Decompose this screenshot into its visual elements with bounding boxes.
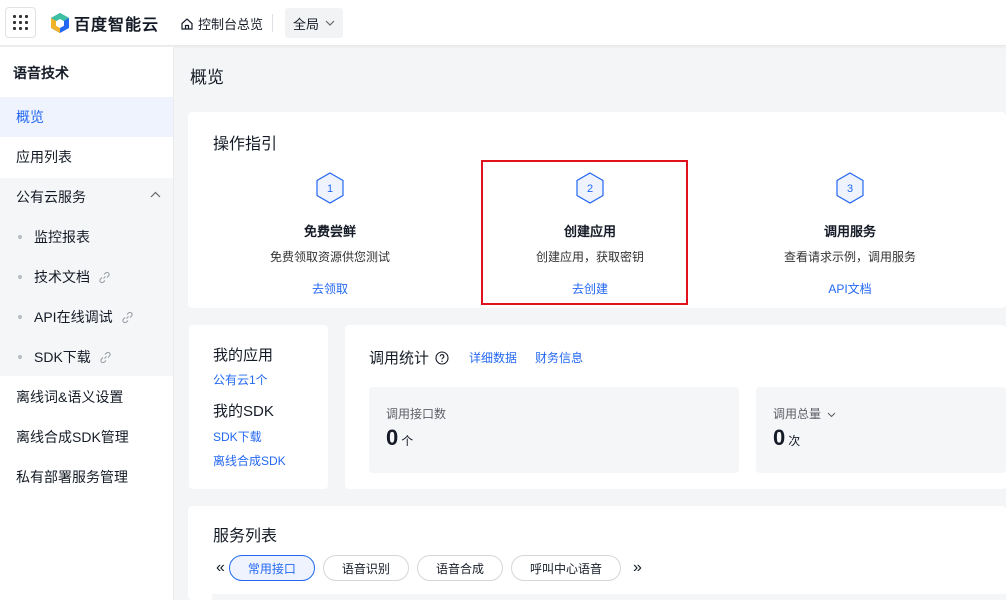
link-icon <box>100 351 111 363</box>
service-table-header <box>212 594 1006 600</box>
bullet-icon <box>18 275 22 279</box>
stats-header: 调用统计 详细数据 财务信息 <box>369 347 583 368</box>
sidebar-item-private-deploy[interactable]: 私有部署服务管理 <box>0 457 173 497</box>
api-docs-link[interactable]: API文档 <box>720 280 980 297</box>
sidebar-item-label: 私有部署服务管理 <box>16 469 128 485</box>
sidebar-item-api-debug[interactable]: API在线调试 <box>0 297 173 337</box>
cloud-logo-icon <box>51 13 69 33</box>
sidebar-item-overview[interactable]: 概览 <box>0 97 173 137</box>
bullet-icon <box>18 235 22 239</box>
brand-name: 百度智能云 <box>74 17 160 34</box>
scope-dropdown[interactable]: 全局 <box>285 8 343 38</box>
chevron-down-icon <box>325 20 335 26</box>
service-tabs: « 常用接口 语音识别 语音合成 呼叫中心语音 » <box>212 555 646 581</box>
sidebar-item-monitor[interactable]: 监控报表 <box>0 217 173 257</box>
sidebar-item-label: 公有云服务 <box>16 189 86 205</box>
sidebar-item-offline-words[interactable]: 离线词&语义设置 <box>0 377 173 417</box>
bullet-icon <box>18 315 22 319</box>
scope-label: 全局 <box>293 16 320 32</box>
metric-label[interactable]: 调用总量 <box>773 405 836 422</box>
public-cloud-apps-link[interactable]: 公有云1个 <box>213 371 268 388</box>
sidebar-item-public-cloud[interactable]: 公有云服务 <box>0 177 173 217</box>
sidebar-item-app-list[interactable]: 应用列表 <box>0 137 173 177</box>
brand-logo[interactable]: 百度智能云 <box>50 11 159 35</box>
bullet-icon <box>18 355 22 359</box>
step-desc: 免费领取资源供您测试 <box>269 250 390 264</box>
tab-common-api[interactable]: 常用接口 <box>228 555 315 581</box>
tab-speech-synthesis[interactable]: 语音合成 <box>416 555 503 581</box>
svg-text:3: 3 <box>847 183 853 195</box>
sidebar-item-label: API在线调试 <box>34 309 113 325</box>
tab-call-center[interactable]: 呼叫中心语音 <box>510 555 621 581</box>
offline-tts-sdk-link[interactable]: 离线合成SDK <box>213 452 286 469</box>
link-icon <box>121 311 133 323</box>
scroll-left-icon[interactable]: « <box>212 559 229 577</box>
chevron-up-icon <box>150 191 161 198</box>
guide-step-3: 3 调用服务 查看请求示例，调用服务 API文档 <box>720 172 980 297</box>
sidebar-item-sdk-download[interactable]: SDK下载 <box>0 337 173 377</box>
my-apps-card: 我的应用 公有云1个 我的SDK SDK下载 离线合成SDK <box>189 325 328 489</box>
step-desc: 查看请求示例，调用服务 <box>783 250 916 264</box>
sidebar-item-offline-tts-sdk[interactable]: 离线合成SDK管理 <box>0 417 173 457</box>
service-list-title: 服务列表 <box>213 528 278 545</box>
console-overview-label: 控制台总览 <box>198 17 264 32</box>
sidebar-title: 语音技术 <box>13 65 69 81</box>
guide-step-1: 1 免费尝鲜 免费领取资源供您测试 去领取 <box>200 172 460 297</box>
step-1-hex-icon: 1 <box>316 172 344 204</box>
service-list-card: 服务列表 « 常用接口 语音识别 语音合成 呼叫中心语音 » <box>188 506 1006 600</box>
sidebar-item-label: 监控报表 <box>34 229 90 245</box>
highlight-box <box>481 160 688 305</box>
my-sdk-label: 我的SDK <box>213 403 274 420</box>
step-3-hex-icon: 3 <box>836 172 864 204</box>
sidebar-item-label: SDK下载 <box>34 349 91 365</box>
stats-title: 调用统计 <box>369 350 430 367</box>
claim-free-link[interactable]: 去领取 <box>200 280 460 297</box>
sidebar-item-tech-docs[interactable]: 技术文档 <box>0 257 173 297</box>
divider <box>272 14 273 32</box>
guide-title: 操作指引 <box>213 136 278 153</box>
sidebar: 语音技术 概览 应用列表 公有云服务 监控报表 技术文档 API在线调试 SDK… <box>0 47 174 600</box>
detail-data-link[interactable]: 详细数据 <box>469 349 517 366</box>
step-title: 免费尝鲜 <box>303 224 356 239</box>
tab-speech-recognition[interactable]: 语音识别 <box>322 555 409 581</box>
step-title: 调用服务 <box>823 224 876 239</box>
sidebar-item-label: 离线词&语义设置 <box>16 389 124 405</box>
page-title: 概览 <box>190 68 224 87</box>
sdk-download-link[interactable]: SDK下载 <box>213 428 262 445</box>
metric-value: 0次 <box>773 425 801 450</box>
top-bar: 百度智能云 控制台总览 全局 <box>0 0 1006 46</box>
metric-value: 0个 <box>386 425 414 450</box>
scroll-right-icon[interactable]: » <box>629 559 646 577</box>
sidebar-item-label: 离线合成SDK管理 <box>16 429 129 445</box>
home-icon <box>181 17 193 30</box>
my-apps-label: 我的应用 <box>213 347 274 364</box>
metric-label: 调用接口数 <box>386 407 447 421</box>
sidebar-item-label: 技术文档 <box>34 269 90 285</box>
chevron-down-icon <box>828 412 836 418</box>
help-icon[interactable] <box>435 350 449 365</box>
console-overview-link[interactable]: 控制台总览 <box>180 14 263 33</box>
total-calls-metric: 调用总量 0次 <box>756 387 1006 473</box>
api-count-metric: 调用接口数 0个 <box>369 387 739 473</box>
svg-text:1: 1 <box>327 183 333 195</box>
usage-stats-card: 调用统计 详细数据 财务信息 调用接口数 0个 调用总量 0次 <box>345 325 1006 489</box>
finance-info-link[interactable]: 财务信息 <box>535 349 583 366</box>
sidebar-item-label: 应用列表 <box>16 149 72 165</box>
link-icon <box>99 271 110 283</box>
sidebar-item-label: 概览 <box>16 109 44 125</box>
app-grid-icon[interactable] <box>5 7 36 38</box>
